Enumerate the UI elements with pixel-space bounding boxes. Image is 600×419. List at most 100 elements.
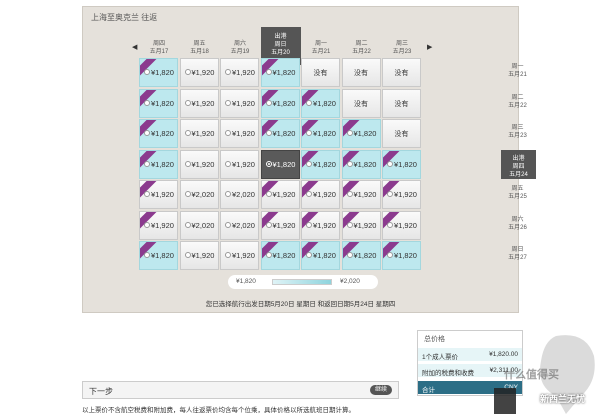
fare-cell: 没有: [341, 88, 381, 118]
fare-radio[interactable]: [184, 69, 191, 75]
fare-radio[interactable]: [144, 252, 150, 258]
fare-cell[interactable]: ¥1,920: [139, 180, 178, 209]
fare-radio[interactable]: [346, 252, 353, 258]
fare-cell[interactable]: ¥1,820: [260, 58, 300, 87]
fare-price: ¥1,920: [191, 129, 215, 138]
fare-cell[interactable]: ¥1,920: [382, 210, 421, 240]
fare-price: ¥1,920: [232, 159, 255, 169]
fare-price: ¥1,920: [394, 190, 417, 199]
fare-cell[interactable]: ¥1,920: [220, 88, 259, 118]
fare-radio[interactable]: [184, 160, 191, 167]
fare-cell[interactable]: ¥1,820: [301, 149, 340, 179]
fare-radio[interactable]: [265, 252, 272, 258]
fare-cell[interactable]: ¥1,820: [301, 88, 340, 118]
fare-cell[interactable]: ¥1,920: [260, 180, 300, 209]
fare-radio[interactable]: [346, 221, 353, 228]
fare-radio[interactable]: [387, 221, 393, 228]
fare-radio[interactable]: [144, 99, 150, 106]
fare-cell[interactable]: ¥1,920: [139, 210, 178, 240]
fare-radio[interactable]: [225, 191, 231, 197]
fare-cell[interactable]: ¥1,920: [260, 210, 300, 240]
fare-radio[interactable]: [265, 130, 272, 136]
fare-radio[interactable]: [144, 221, 150, 228]
fare-cell[interactable]: ¥1,920: [220, 119, 259, 148]
fare-cell[interactable]: ¥1,920: [179, 119, 219, 148]
fare-radio[interactable]: [306, 99, 312, 106]
fare-cell[interactable]: ¥1,820: [260, 241, 300, 270]
fare-radio[interactable]: [387, 160, 393, 167]
fare-cell[interactable]: ¥1,820: [301, 119, 340, 148]
continue-button[interactable]: 继续: [370, 385, 392, 395]
fare-radio[interactable]: [184, 191, 191, 197]
fare-radio[interactable]: [225, 130, 231, 136]
fare-cell[interactable]: ¥1,820: [260, 88, 300, 118]
fare-radio[interactable]: [346, 160, 353, 167]
next-week-arrow-icon[interactable]: ▶: [427, 43, 432, 51]
fare-radio[interactable]: [306, 130, 312, 136]
fare-price: ¥1,920: [313, 190, 336, 199]
fare-cell[interactable]: ¥1,920: [220, 241, 259, 270]
fare-cell[interactable]: ¥1,920: [382, 180, 421, 209]
fare-cell[interactable]: ¥1,820: [139, 88, 178, 118]
fare-radio[interactable]: [225, 252, 231, 258]
fare-cell[interactable]: ¥1,820: [139, 149, 178, 179]
fare-radio[interactable]: [144, 191, 150, 197]
fare-radio[interactable]: [184, 252, 191, 258]
fare-price: ¥1,820: [394, 159, 417, 169]
fare-radio[interactable]: [184, 99, 191, 106]
fare-cell[interactable]: ¥2,020: [220, 210, 259, 240]
fare-radio[interactable]: [346, 191, 353, 197]
fare-radio[interactable]: [184, 130, 191, 136]
fare-radio[interactable]: [225, 160, 231, 167]
fare-cell[interactable]: ¥1,820: [341, 149, 381, 179]
fare-radio[interactable]: [144, 130, 150, 136]
fare-cell[interactable]: ¥1,820: [301, 241, 340, 270]
fare-cell[interactable]: ¥1,920: [220, 58, 259, 87]
column-weekday: 周五: [193, 41, 206, 47]
fare-cell[interactable]: ¥1,920: [179, 58, 219, 87]
fare-cell[interactable]: ¥1,920: [179, 241, 219, 270]
row-header-date: 周日 五月27: [500, 241, 535, 270]
fare-radio[interactable]: [144, 69, 150, 75]
fare-radio[interactable]: [265, 99, 272, 106]
fare-cell[interactable]: ¥1,820: [341, 119, 381, 148]
fare-cell[interactable]: ¥1,920: [301, 210, 340, 240]
fare-cell[interactable]: ¥1,920: [301, 180, 340, 209]
fare-radio[interactable]: [387, 252, 393, 258]
fare-cell[interactable]: ¥1,820: [382, 241, 421, 270]
fare-cell[interactable]: ¥1,920: [341, 180, 381, 209]
fare-radio[interactable]: [144, 160, 150, 167]
fare-radio[interactable]: [225, 99, 231, 106]
fare-radio[interactable]: [346, 130, 353, 136]
fare-cell[interactable]: ¥1,820: [139, 119, 178, 148]
prev-week-arrow-icon[interactable]: ◀: [132, 43, 137, 51]
fare-cell[interactable]: ¥1,920: [220, 149, 259, 179]
fare-radio[interactable]: [265, 69, 272, 75]
fare-cell[interactable]: ¥1,920: [341, 210, 381, 240]
fare-cell[interactable]: ¥1,820: [260, 119, 300, 148]
fare-cell[interactable]: ¥1,820: [139, 58, 178, 87]
fare-cell[interactable]: ¥1,820: [139, 241, 178, 270]
fare-cell[interactable]: ¥2,020: [179, 210, 219, 240]
fare-radio[interactable]: [306, 160, 312, 167]
fare-cell[interactable]: ¥1,820: [260, 149, 300, 179]
fare-radio[interactable]: [225, 69, 231, 75]
fare-cell[interactable]: ¥1,820: [382, 149, 421, 179]
fare-radio[interactable]: [387, 191, 393, 197]
fare-price: ¥2,020: [191, 190, 215, 199]
fare-radio[interactable]: [225, 221, 231, 228]
fare-cell[interactable]: ¥1,820: [341, 241, 381, 270]
fare-cell[interactable]: ¥1,920: [179, 149, 219, 179]
fare-price: ¥1,920: [151, 220, 174, 230]
fare-radio[interactable]: [265, 221, 272, 228]
fare-price: ¥2,020: [232, 190, 255, 199]
fare-cell[interactable]: ¥1,920: [179, 88, 219, 118]
fare-cell[interactable]: ¥2,020: [220, 180, 259, 209]
fare-radio[interactable]: [306, 191, 312, 197]
fare-radio[interactable]: [265, 191, 272, 197]
fare-radio[interactable]: [306, 221, 312, 228]
fare-radio[interactable]: [306, 252, 312, 258]
fare-cell[interactable]: ¥2,020: [179, 180, 219, 209]
fare-radio[interactable]: [184, 221, 191, 228]
fare-radio[interactable]: [265, 160, 272, 167]
